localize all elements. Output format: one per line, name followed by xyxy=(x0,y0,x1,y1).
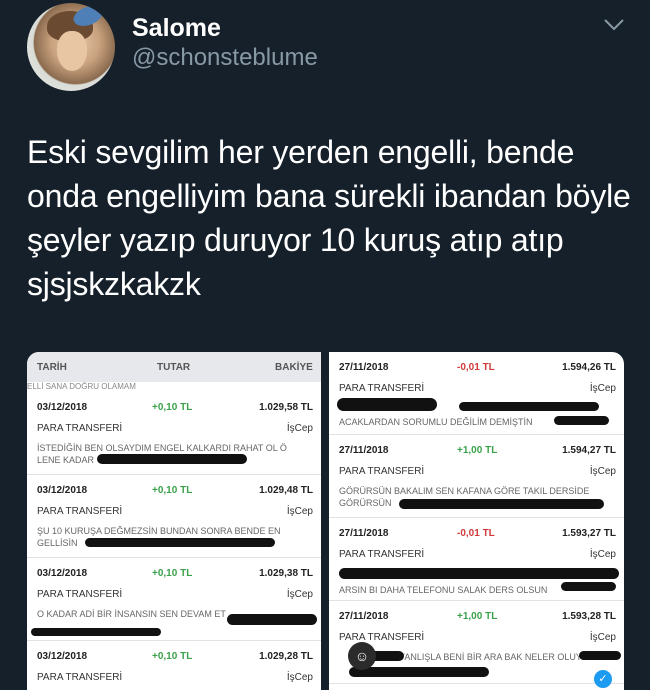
redaction-mark xyxy=(561,582,616,591)
camera-icon[interactable]: ☺ xyxy=(348,642,376,670)
redaction-mark xyxy=(339,568,619,579)
header-balance: BAKİYE xyxy=(275,362,313,373)
redaction-mark xyxy=(97,454,247,464)
tweet-media[interactable]: TARİH TUTAR BAKİYE ELLİ SANA DOĞRU OLAMA… xyxy=(27,352,624,690)
redaction-mark xyxy=(337,398,437,411)
table-row: 27/11/2018 -0,01 TL 1.593,27 TL PARA TRA… xyxy=(329,518,624,601)
table-row: 03/12/2018 +0,10 TL 1.029,48 TL PARA TRA… xyxy=(27,475,321,558)
chevron-down-icon[interactable] xyxy=(603,18,625,32)
cut-line: ELLİ SANA DOĞRU OLAMAM xyxy=(27,382,136,391)
table-row: 03/12/2018 +0,10 TL 1.029,38 TL PARA TRA… xyxy=(27,558,321,641)
author-name[interactable]: Salome xyxy=(132,14,221,43)
media-divider xyxy=(321,352,329,690)
statement-right: 27/11/2018 -0,01 TL 1.594,26 TL PARA TRA… xyxy=(329,352,624,690)
table-row: 27/11/2018 +1,00 TL 1.594,27 TL PARA TRA… xyxy=(329,435,624,518)
statement-left: TARİH TUTAR BAKİYE ELLİ SANA DOĞRU OLAMA… xyxy=(27,352,321,690)
header-amount: TUTAR xyxy=(157,362,191,373)
table-row: 27/11/2018 +1,00 TL 1.593,28 TL PARA TRA… xyxy=(329,601,624,684)
tweet-header: Salome @schonsteblume xyxy=(0,0,650,100)
check-icon: ✓ xyxy=(594,670,612,688)
redaction-mark xyxy=(459,402,599,411)
redaction-mark xyxy=(349,667,489,677)
redaction-mark xyxy=(579,651,621,660)
redaction-mark xyxy=(399,499,604,509)
table-row: 03/12/2018 +0,10 TL 1.029,58 TL PARA TRA… xyxy=(27,392,321,475)
redaction-mark xyxy=(227,614,317,625)
table-row: 27/11/2018 -0,01 TL 1.594,26 TL PARA TRA… xyxy=(329,352,624,435)
author-handle[interactable]: @schonsteblume xyxy=(132,44,318,72)
statement-header: TARİH TUTAR BAKİYE xyxy=(27,352,321,382)
tweet-text: Eski sevgilim her yerden engelli, bende … xyxy=(27,134,631,302)
avatar[interactable] xyxy=(27,3,115,91)
header-date: TARİH xyxy=(37,362,67,373)
redaction-mark xyxy=(85,538,275,547)
redaction-mark xyxy=(554,416,609,425)
table-row: 03/12/2018 +0,10 TL 1.029,28 TL PARA TRA… xyxy=(37,651,313,683)
redaction-mark xyxy=(31,628,161,636)
